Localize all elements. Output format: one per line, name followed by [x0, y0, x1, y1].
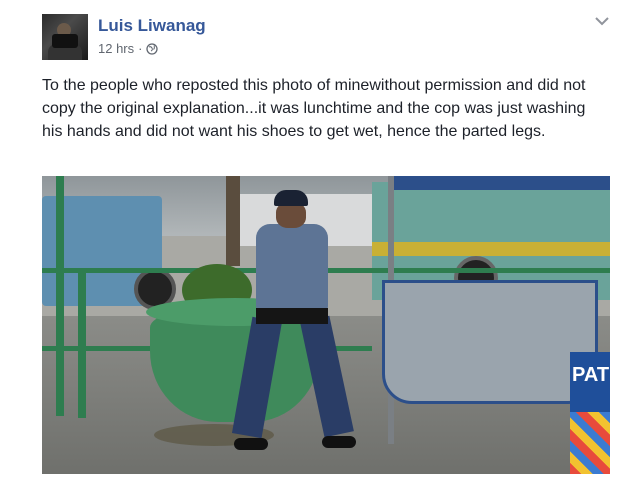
avatar-camera-shape	[52, 34, 78, 48]
photo-sign-text: PATR	[572, 364, 610, 386]
photo-railing-post	[56, 176, 64, 416]
photo-police-officer	[231, 190, 356, 458]
photo-officer-leg	[300, 315, 354, 438]
photo-officer-cap	[274, 190, 308, 206]
post-body-text: To the people who reposted this photo of…	[42, 77, 586, 140]
post-timestamp[interactable]: 12 hrs	[98, 41, 134, 56]
facebook-post-card: Luis Liwanag 12 hrs · To the people who …	[24, 0, 618, 480]
post-photo[interactable]: PATR	[42, 176, 610, 474]
photo-officer-belt	[256, 308, 328, 324]
photo-jeepney-stripe	[372, 242, 610, 256]
photo-officer-leg	[231, 316, 282, 439]
post-meta: 12 hrs ·	[98, 41, 159, 56]
globe-icon[interactable]	[146, 42, 159, 55]
photo-tarp	[382, 280, 598, 404]
photo-railing-post	[78, 268, 86, 418]
photo-stall-band	[570, 412, 610, 474]
photo-officer-shirt	[256, 224, 328, 312]
meta-separator: ·	[138, 41, 143, 56]
photo-canopy	[394, 176, 610, 190]
author-name-link[interactable]: Luis Liwanag	[98, 16, 206, 36]
chevron-down-icon[interactable]	[594, 14, 610, 26]
photo-officer-shoe	[234, 438, 268, 450]
photo-officer-shoe	[322, 436, 356, 448]
author-avatar[interactable]	[42, 14, 88, 60]
